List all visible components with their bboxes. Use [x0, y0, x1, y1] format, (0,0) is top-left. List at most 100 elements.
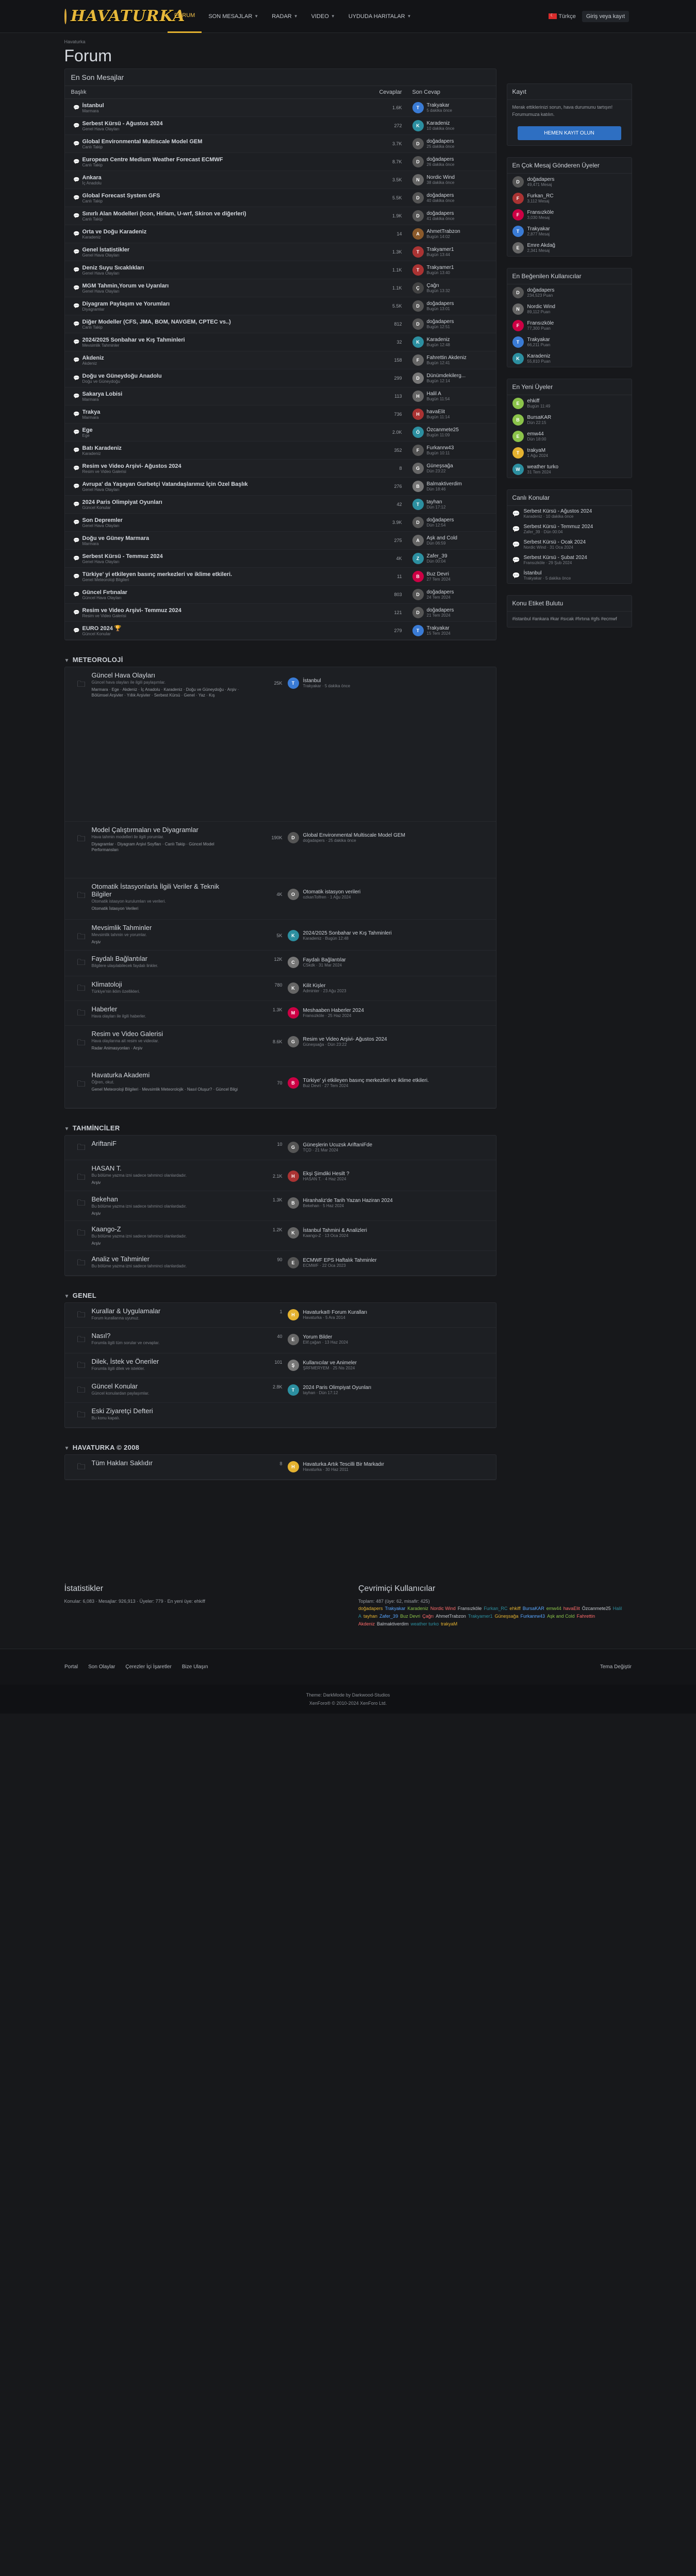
sidebar-user-name[interactable]: trakyaM [527, 448, 548, 453]
recent-topic-row[interactable]: 💬 Serbest Kürsü - Ağustos 2024 Karadeniz ·… [507, 506, 632, 521]
forum-node[interactable]: 🗀 Güncel Hava Olayları Güncel hava olaylar… [64, 667, 496, 822]
avatar[interactable]: H [287, 1171, 299, 1182]
forum-node[interactable]: 🗀 Model Çalıştırmaları ve Diyagramlar Hava… [64, 822, 496, 878]
forum-node-title[interactable]: Resim ve Video Galerisi [92, 1030, 241, 1038]
sidebar-user-name[interactable]: doğadapers [527, 287, 555, 293]
latest-post-row[interactable]: 💬 Serbest Kürsü - Ağustos 2024 Genel Hava … [64, 117, 496, 135]
avatar[interactable]: F [512, 209, 524, 221]
online-user[interactable]: Özcanmete25 [582, 1606, 611, 1611]
latest-post-row[interactable]: 💬 Son Depremler Genel Hava Olayları 3.9K Ddo… [64, 514, 496, 532]
recent-topic-row[interactable]: 💬 İstanbul Trakyakar · 5 dakika önce [507, 568, 632, 583]
last-reply-user[interactable]: doğadapers [427, 319, 454, 325]
avatar[interactable]: D [512, 287, 524, 298]
avatar[interactable]: T [412, 625, 424, 636]
avatar[interactable]: F [512, 193, 524, 204]
last-post-title[interactable]: Kilit Kişler [303, 983, 346, 989]
latest-post-row[interactable]: 💬 Ege Ege 2.0K Ö Özcanmete25 Bugün 11:09 [64, 423, 496, 442]
online-user[interactable]: Balmaktiverdim [377, 1621, 409, 1626]
avatar[interactable]: A [412, 535, 424, 546]
topic-title[interactable]: Trakya [82, 409, 372, 415]
sidebar-user-row[interactable]: T Trakyakar 66,211 Puan [507, 334, 632, 350]
sidebar-user-name[interactable]: Karadeniz [527, 353, 551, 359]
topic-forum[interactable]: Marmara [82, 397, 372, 402]
forum-node[interactable]: 🗀 Havaturka Akademi Öğren, okut. Genel Mete… [64, 1067, 496, 1108]
last-post-title[interactable]: Havaturka® Forum Kuralları [303, 1310, 368, 1315]
online-user[interactable]: Karadeniz [407, 1606, 428, 1611]
last-reply-user[interactable]: doğadapers [427, 139, 455, 144]
topic-title[interactable]: Diyagram Paylaşım ve Yorumları [82, 301, 372, 307]
topic-forum[interactable]: Genel Hava Olayları [82, 253, 372, 258]
last-reply-user[interactable]: Zafer_39 [427, 553, 448, 559]
avatar[interactable]: N [512, 303, 524, 315]
latest-post-row[interactable]: 💬 Trakya Marmara 736 HhavaElit Bugün 11:14 [64, 405, 496, 423]
avatar[interactable]: F [512, 320, 524, 331]
online-user[interactable]: tayhan [363, 1614, 377, 1619]
forum-node[interactable]: 🗀 Tüm Hakları Saklıdır 8 H Havaturka Artık T… [64, 1455, 496, 1480]
avatar[interactable]: E [512, 242, 524, 253]
sidebar-user-name[interactable]: Nordic Wind [527, 304, 555, 310]
online-user[interactable]: trakyaM [441, 1621, 457, 1626]
last-reply-user[interactable]: doğadapers [427, 589, 454, 595]
footer-link[interactable]: Bize Ulaşın [182, 1664, 208, 1670]
avatar[interactable]: E [287, 1257, 299, 1268]
topic-forum[interactable]: Canlı Takip [82, 145, 372, 149]
online-user[interactable]: Çağrı [422, 1614, 434, 1619]
last-reply-user[interactable]: Buz Devri [427, 571, 451, 577]
sidebar-user-row[interactable]: F Fransızköle 3,030 Mesaj [507, 207, 632, 223]
topic-forum[interactable]: Genel Hava Olayları [82, 127, 372, 131]
topic-forum[interactable]: Genel Hava Olayları [82, 289, 372, 294]
last-post-title[interactable]: İstanbul Tahmini & Analizleri [303, 1228, 367, 1233]
topic-forum[interactable]: Genel Hava Olayları [82, 523, 372, 528]
sidebar-user-name[interactable]: Fransızköle [527, 320, 554, 326]
topic-title[interactable]: Genel İstatistikler [82, 247, 372, 253]
topic-title[interactable]: Son Depremler [82, 517, 372, 523]
latest-post-row[interactable]: 💬 Avrupa' da Yaşayan Gurbetçi Vatandaşlar… [64, 478, 496, 496]
sidebar-user-name[interactable]: Trakyakar [527, 226, 550, 232]
last-reply-user[interactable]: Özcanmete25 [427, 427, 459, 433]
topic-title[interactable]: Serbest Kürsü - Temmuz 2024 [82, 553, 372, 560]
sidebar-user-name[interactable]: Fransızköle [527, 210, 554, 215]
topic-title[interactable]: Akdeniz [82, 355, 372, 361]
latest-post-row[interactable]: 💬 Akdeniz Akdeniz 158 F Fahrettin Akdeniz Bugü… [64, 351, 496, 369]
last-reply-user[interactable]: Dünümdekilerg... [427, 373, 466, 379]
forum-node-title[interactable]: Havaturka Akademi [92, 1071, 241, 1079]
last-post-title[interactable]: 2024 Paris Olimpiyat Oyunları [303, 1385, 372, 1391]
last-reply-user[interactable]: Balmaktiverdim [427, 481, 462, 487]
topic-forum[interactable]: Marmara [82, 415, 372, 420]
forum-node[interactable]: 🗀 Eski Ziyaretçi Defteri Bu konu kapalı. [64, 1403, 496, 1428]
online-user[interactable]: Trakyamer1 [468, 1614, 493, 1619]
forum-node-title[interactable]: Analiz ve Tahminler [92, 1255, 241, 1263]
last-reply-user[interactable]: havaElit [427, 409, 450, 415]
sidebar-user-row[interactable]: E Emre Akdağ 2,341 Mesaj [507, 240, 632, 256]
topic-title[interactable]: Doğu ve Güney Marmara [82, 535, 372, 541]
topic-title[interactable]: Resim ve Video Arşivi- Temmuz 2024 [82, 607, 372, 614]
topic-forum[interactable]: Güncel Konular [82, 505, 372, 510]
topic-title[interactable]: Orta ve Doğu Karadeniz [82, 229, 372, 235]
avatar[interactable]: K [412, 120, 424, 131]
avatar[interactable]: O [287, 889, 299, 900]
topic-title[interactable]: Deniz Suyu Sıcaklıkları [82, 265, 372, 271]
avatar[interactable]: H [412, 409, 424, 420]
topic-forum[interactable]: Güncel Hava Olayları [82, 596, 372, 600]
avatar[interactable]: H [287, 1461, 299, 1472]
collapse-caret-icon[interactable]: ▼ [64, 658, 70, 664]
last-post-title[interactable]: Resim ve Video Arşivi- Ağustos 2024 [303, 1037, 387, 1042]
last-post-title[interactable]: 2024/2025 Sonbahar ve Kış Tahminleri [303, 930, 392, 936]
avatar[interactable]: B [287, 1197, 299, 1209]
footer-link[interactable]: Çerezler İçi İşaretler [125, 1664, 171, 1670]
sidebar-user-row[interactable]: K Karadeniz 55,810 Puan [507, 350, 632, 367]
sidebar-user-name[interactable]: BursaKAR [527, 415, 552, 420]
topic-title[interactable]: Batı Karadeniz [82, 445, 372, 451]
collapse-caret-icon[interactable]: ▼ [64, 1446, 70, 1451]
subforum-list[interactable]: Genel Meteoroloji Bilgileri · Mevsimlik … [92, 1087, 241, 1092]
category-header[interactable]: ▼ GENEL [64, 1287, 496, 1302]
latest-post-row[interactable]: 💬 Global Forecast System GFS Canlı Takip 5.… [64, 189, 496, 207]
sidebar-user-row[interactable]: T Trakyakar 2,877 Mesaj [507, 223, 632, 240]
tag-cloud-text[interactable]: #istanbul #ankara #kar #sıcak #fırtına #… [507, 612, 632, 627]
recent-topic-title[interactable]: Serbest Kürsü - Ocak 2024 [523, 539, 586, 545]
avatar[interactable]: K [512, 353, 524, 364]
avatar[interactable]: T [287, 1384, 299, 1396]
online-user[interactable]: AhmetTrabzon [436, 1614, 466, 1619]
avatar[interactable]: H [412, 391, 424, 402]
latest-post-row[interactable]: 💬 Orta ve Doğu Karadeniz Karadeniz 14 A Ahmet… [64, 225, 496, 243]
